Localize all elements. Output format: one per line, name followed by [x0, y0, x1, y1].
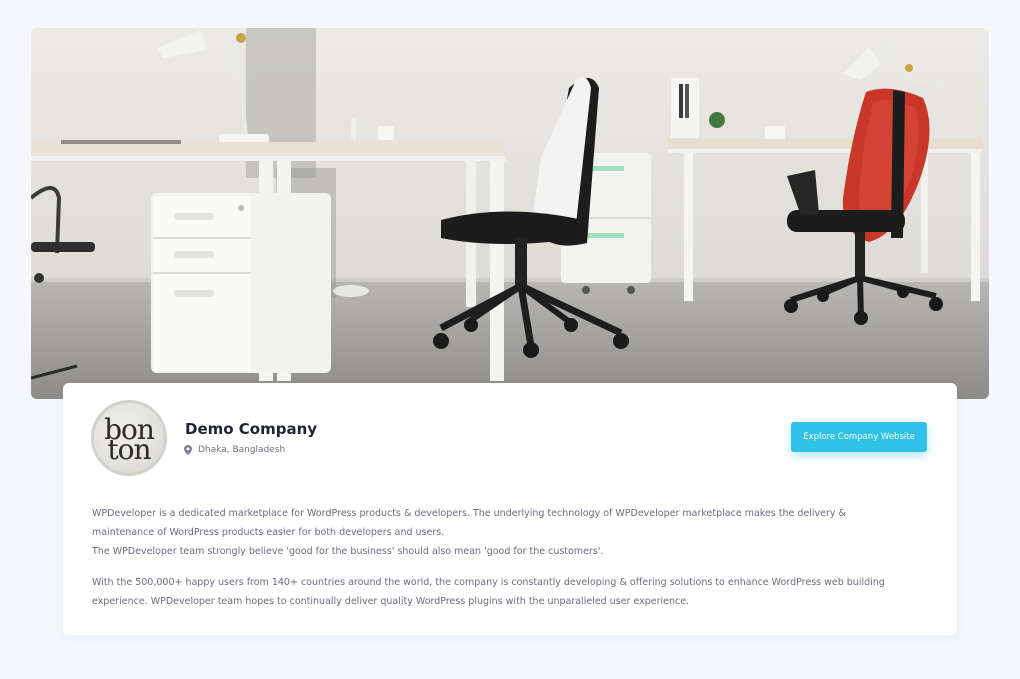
company-location: Dhaka, Bangladesh — [184, 445, 285, 455]
description-line: WPDeveloper is a dedicated marketplace f… — [92, 508, 846, 519]
logo-text-bottom: ton — [107, 433, 151, 466]
description-line: The WPDeveloper team strongly believe 'g… — [92, 546, 604, 557]
company-description: WPDeveloper is a dedicated marketplace f… — [92, 504, 932, 611]
description-line: experience. WPDeveloper team hopes to co… — [92, 596, 690, 607]
description-line: With the 500,000+ happy users from 140+ … — [92, 577, 885, 588]
description-line: maintenance of WordPress products easier… — [92, 527, 445, 538]
cover-image — [31, 28, 989, 399]
explore-company-website-button[interactable]: Explore Company Website — [791, 422, 927, 452]
company-location-text: Dhaka, Bangladesh — [198, 445, 286, 455]
company-name: Demo Company — [185, 420, 318, 438]
company-logo: bon ton — [91, 400, 167, 476]
map-pin-icon — [184, 445, 192, 455]
company-profile-card: bon ton Demo Company Dhaka, Bangladesh E… — [63, 383, 957, 635]
